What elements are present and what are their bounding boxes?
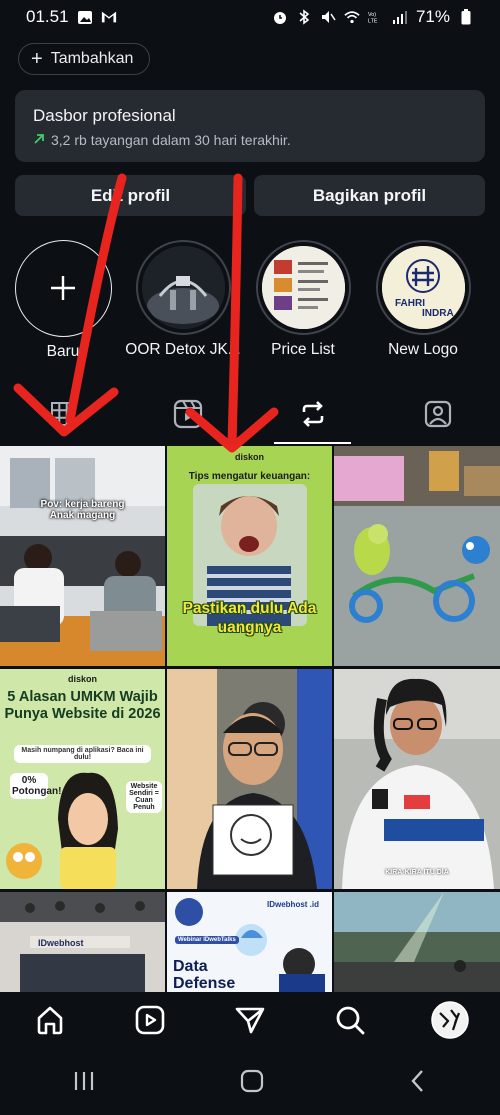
edit-profile-button[interactable]: Edit profil <box>15 175 246 216</box>
highlight-detox[interactable]: OOR Detox JK... <box>125 240 241 359</box>
back-icon[interactable] <box>408 1068 428 1099</box>
post-title: Tips mengatur keuangan: <box>188 471 311 482</box>
highlight-detox-thumbnail <box>141 246 225 329</box>
post-caption: KIRA-KIRA ITU DIA <box>385 869 449 876</box>
nav-reels[interactable] <box>120 992 180 1052</box>
signal-icon <box>392 9 408 25</box>
reels-icon <box>173 399 203 434</box>
post-caption: Pastikan dulu Ada uangnya <box>182 600 317 636</box>
dashboard-title: Dasbor profesional <box>33 106 176 125</box>
tab-reels[interactable] <box>125 388 250 444</box>
post-crowd[interactable] <box>334 892 500 992</box>
post-subtitle: Masih numpang di aplikasi? Baca ini dulu… <box>14 745 151 763</box>
post-umkm[interactable]: diskon 5 Alasan UMKM Wajib Punya Website… <box>0 669 165 889</box>
home-icon <box>34 1004 66 1041</box>
highlight-price-list-thumbnail <box>261 246 345 329</box>
tagged-icon <box>423 399 453 434</box>
wifi-icon <box>344 9 360 25</box>
mute-icon <box>320 9 336 25</box>
gmail-notification-icon <box>101 9 117 25</box>
professional-dashboard[interactable]: Dasbor profesional 3,2 rb tayangan dalam… <box>15 90 485 162</box>
add-button[interactable]: + Tambahkan <box>18 43 151 75</box>
highlight-label: Price List <box>271 341 335 358</box>
status-time: 01.51 <box>26 7 69 26</box>
dashboard-stat: 3,2 rb tayangan dalam 30 hari terakhir. <box>51 132 291 148</box>
logo-text-top: FAHRI <box>395 298 425 309</box>
post-brand: IDwebhost .id <box>267 900 319 909</box>
highlight-new-logo-thumbnail: FAHRI INDRA <box>381 246 465 329</box>
nav-home[interactable] <box>20 992 80 1052</box>
post-office-building[interactable]: IDwebhost <box>0 892 165 992</box>
post-brand: diskon <box>67 674 97 684</box>
post-brand: diskon <box>234 452 264 462</box>
post-tips-keuangan[interactable]: diskon Tips mengatur keuangan: Pastikan … <box>167 446 332 666</box>
post-meme[interactable] <box>167 669 332 889</box>
alarm-icon <box>272 9 288 25</box>
post-sign: IDwebhost <box>38 938 84 948</box>
grid-icon <box>50 401 76 432</box>
avatar <box>431 1000 469 1044</box>
trend-up-icon <box>33 132 45 148</box>
highlight-ring <box>135 240 231 335</box>
tab-grid[interactable] <box>0 388 125 444</box>
highlight-ring <box>255 240 351 335</box>
tab-reposts[interactable] <box>250 388 375 444</box>
volte-icon: Vo) LTE <box>368 9 384 25</box>
post-bird[interactable] <box>334 446 500 666</box>
highlight-new[interactable]: Baru <box>13 240 113 361</box>
highlight-price-list[interactable]: Price List <box>253 240 353 359</box>
plus-icon: + <box>31 48 43 70</box>
share-profile-button[interactable]: Bagikan profil <box>254 175 485 216</box>
post-title: 5 Alasan UMKM Wajib Punya Website di 202… <box>4 689 161 722</box>
post-badge: 0% Potongan! <box>10 773 62 799</box>
bluetooth-icon <box>296 9 312 25</box>
highlight-label: OOR Detox JK... <box>125 341 241 358</box>
post-caption: Pov: kerja bareng Anak magang <box>40 499 125 521</box>
home-button-icon[interactable] <box>239 1068 265 1099</box>
system-navigation <box>0 1052 500 1115</box>
post-title: Data Defense <box>173 958 236 992</box>
svg-text:Vo): Vo) <box>368 12 376 18</box>
post-data-defense[interactable]: IDwebhost .id Webinar IDwebTalks Data De… <box>167 892 332 992</box>
svg-text:LTE: LTE <box>368 18 378 24</box>
nav-messages[interactable] <box>220 992 280 1052</box>
plus-icon <box>49 269 77 309</box>
search-icon <box>334 1004 366 1041</box>
post-tag: Webinar IDwebTalks <box>175 936 239 944</box>
battery-icon <box>458 9 474 25</box>
send-icon <box>234 1004 266 1041</box>
post-office[interactable]: Pov: kerja bareng Anak magang <box>0 446 165 666</box>
reposts-icon <box>298 399 328 434</box>
logo-text-bottom: INDRA <box>422 308 454 319</box>
bottom-navigation <box>0 992 500 1052</box>
profile-tabs <box>0 388 500 444</box>
gallery-notification-icon <box>77 9 93 25</box>
recent-apps-icon[interactable] <box>72 1070 96 1097</box>
nav-search[interactable] <box>320 992 380 1052</box>
add-button-label: Tambahkan <box>50 50 134 67</box>
post-jersey[interactable]: KIRA-KIRA ITU DIA <box>334 669 500 889</box>
highlight-label: Baru <box>46 343 80 360</box>
battery-percent: 71% <box>415 7 450 26</box>
post-bubble: Website Sendiri = Cuan Penuh <box>126 781 162 813</box>
highlight-new-logo[interactable]: FAHRI INDRA New Logo <box>373 240 473 359</box>
nav-profile[interactable] <box>420 992 480 1052</box>
highlight-label: New Logo <box>388 341 458 358</box>
highlight-ring: FAHRI INDRA <box>375 240 471 335</box>
tab-tagged[interactable] <box>375 388 500 444</box>
highlight-new-ring <box>14 240 112 337</box>
reels-icon <box>134 1004 166 1041</box>
status-bar: 01.51 Vo) LTE 71% <box>0 0 500 34</box>
posts-grid: Pov: kerja bareng Anak magang diskon Tip… <box>0 446 500 992</box>
